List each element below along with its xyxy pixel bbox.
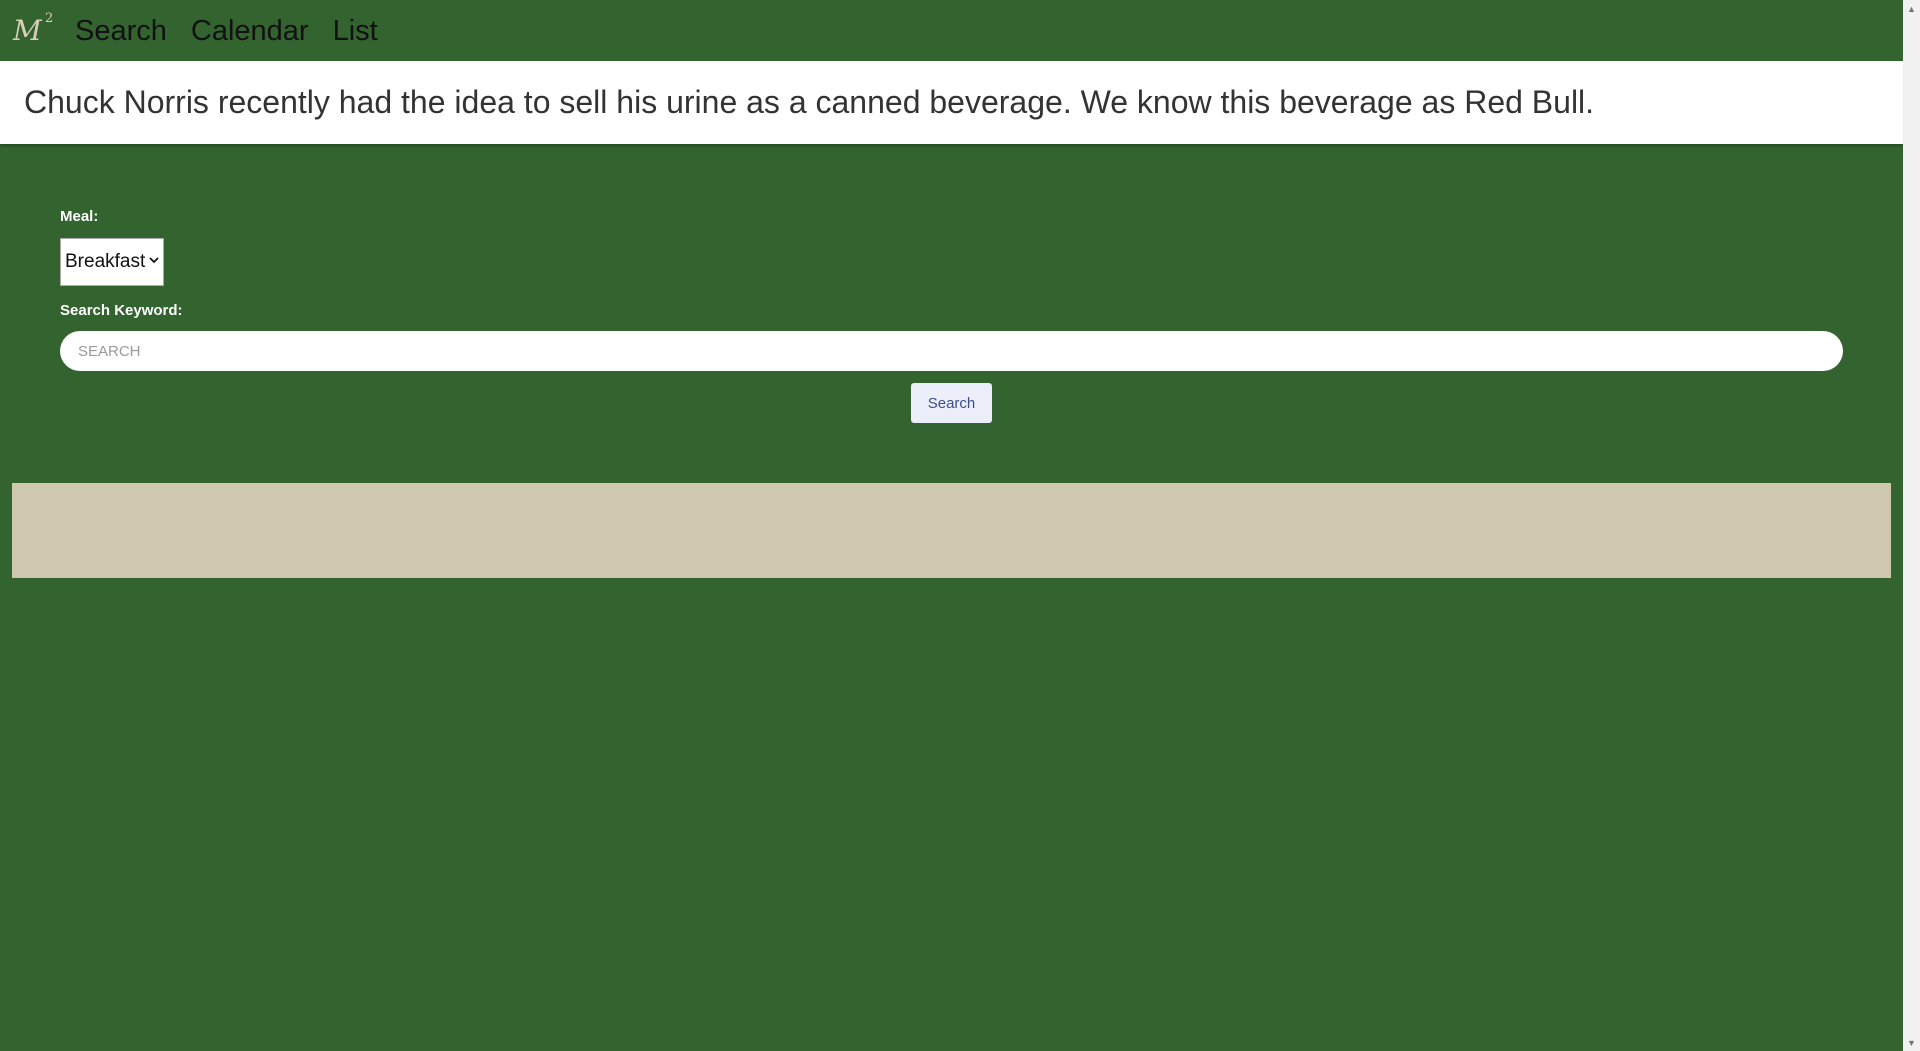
- logo-text: M: [13, 13, 42, 47]
- meal-select[interactable]: Breakfast: [60, 238, 164, 286]
- results-panel: [12, 483, 1891, 578]
- nav-link-search[interactable]: Search: [75, 11, 167, 51]
- nav-link-list[interactable]: List: [333, 11, 378, 51]
- search-button[interactable]: Search: [911, 383, 992, 423]
- search-input[interactable]: SEARCH: [60, 331, 1843, 371]
- vertical-scrollbar[interactable]: ▲ ▼: [1903, 0, 1920, 1051]
- meal-select-value: Breakfast: [65, 251, 146, 272]
- logo[interactable]: M2: [13, 11, 55, 51]
- quote-banner: Chuck Norris recently had the idea to se…: [0, 61, 1903, 144]
- nav-link-calendar[interactable]: Calendar: [191, 11, 309, 51]
- search-input-placeholder: SEARCH: [78, 342, 141, 360]
- navbar: M2 Search Calendar List: [0, 0, 1903, 61]
- page: M2 Search Calendar List Chuck Norris rec…: [0, 0, 1903, 1051]
- scroll-up-arrow-icon[interactable]: ▲: [1903, 0, 1920, 17]
- search-keyword-label: Search Keyword:: [60, 302, 183, 319]
- quote-text: Chuck Norris recently had the idea to se…: [24, 84, 1595, 120]
- logo-superscript: 2: [45, 10, 54, 26]
- chevron-down-icon: [149, 253, 159, 267]
- meal-label: Meal:: [60, 208, 99, 225]
- scroll-down-arrow-icon[interactable]: ▼: [1903, 1034, 1920, 1051]
